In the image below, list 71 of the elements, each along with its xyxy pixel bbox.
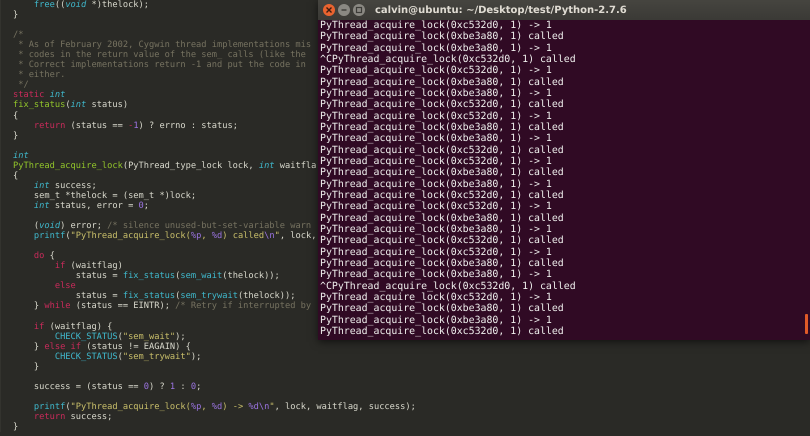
code-line: return (status == -1) ? errno : status; (32, 120, 238, 131)
code-line: success = (status == 0) ? 1 : 0; (32, 382, 202, 392)
close-icon (325, 6, 333, 14)
terminal-line: PyThread_acquire_lock(0xc532d0, 1) called (319, 235, 564, 247)
terminal-line: PyThread_acquire_lock(0xc532d0, 1) called (319, 99, 564, 111)
minimize-button[interactable] (338, 4, 350, 16)
window-title: calvin@ubuntu: ~/Desktop/test/Python-2.7.6 (375, 4, 627, 16)
code-line: } (13, 422, 18, 432)
code-line: } (13, 10, 18, 20)
terminal-line: PyThread_acquire_lock(0xc532d0, 1) -> 1 (319, 246, 552, 258)
scrollbar-thumb[interactable] (805, 314, 808, 334)
code-line: } else if (status != EAGAIN) { (32, 342, 191, 352)
terminal-line: PyThread_acquire_lock(0xc532d0, 1) called (319, 326, 564, 338)
code-line: if (waitflag) (54, 261, 123, 272)
code-line: * either. (17, 70, 66, 80)
code-line: (void) error; /* silence unused-but-set-variable warn (32, 221, 312, 232)
terminal-line: PyThread_acquire_lock(0xbe3a80, 1) -> 1 (319, 133, 552, 145)
terminal-line: PyThread_acquire_lock(0xbe3a80, 1) -> 1 (319, 314, 552, 326)
terminal-line: PyThread_acquire_lock(0xbe3a80, 1) called (319, 31, 564, 43)
code-line: * As of February 2002, Cygwin thread implementations mis (17, 40, 312, 50)
terminal-line: PyThread_acquire_lock(0xc532d0, 1) -> 1 (319, 110, 552, 122)
code-line: status = fix_status(sem_wait(thelock)); (76, 271, 280, 282)
terminal-line: PyThread_acquire_lock(0xc532d0, 1) -> 1 (319, 292, 552, 304)
code-line: int success; (32, 180, 97, 191)
terminal-line: PyThread_acquire_lock(0xbe3a80, 1) -> 1 (319, 178, 552, 190)
terminal-line: PyThread_acquire_lock(0xbe3a80, 1) -> 1 (319, 88, 552, 100)
code-line: * Correct implementations return -1 and put the code in (17, 60, 306, 70)
terminal-line: ^CPyThread_acquire_lock(0xc532d0, 1) called (319, 54, 576, 66)
code-line: printf("PyThread_acquire_lock(%p, %d) -> %d\n", lock, waitflag, success); (32, 402, 416, 412)
code-line: printf("PyThread_acquire_lock(%p, %d) called\n", lock, (32, 231, 316, 242)
terminal-line: PyThread_acquire_lock(0xbe3a80, 1) -> 1 (319, 42, 552, 54)
code-line: * codes in the return value of the sem_ calls (like the (17, 50, 306, 60)
code-line: else (54, 281, 76, 292)
code-line: do { (32, 251, 55, 262)
code-line: int status, error = 0; (32, 200, 150, 211)
code-line: /* (13, 30, 24, 40)
terminal-line: PyThread_acquire_lock(0xbe3a80, 1) -> 1 (319, 224, 552, 236)
code-line: PyThread_acquire_lock(PyThread_type_lock lock, int waitfla (13, 160, 316, 171)
terminal-line: PyThread_acquire_lock(0xbe3a80, 1) called (319, 258, 564, 270)
code-line: int (13, 150, 29, 161)
code-line: sem_t *thelock = (sem_t *)lock; (32, 190, 196, 201)
code-line: */ (18, 80, 29, 90)
maximize-button[interactable] (353, 4, 365, 16)
code-line: status = fix_status(sem_trywait(thelock)); (74, 291, 296, 302)
code-line: if (waitflag) { (32, 322, 112, 332)
code-line: return success; (32, 412, 112, 422)
code-line: { (13, 170, 18, 181)
terminal-line: PyThread_acquire_lock(0xc532d0, 1) -> 1 (319, 156, 552, 168)
close-button[interactable] (323, 4, 335, 16)
terminal-line: PyThread_acquire_lock(0xc532d0, 1) called (319, 144, 564, 156)
maximize-icon (355, 6, 363, 14)
terminal-line: PyThread_acquire_lock(0xc532d0, 1) -> 1 (319, 201, 552, 213)
code-line: free((void *)thelock); (32, 0, 149, 10)
terminal-line: PyThread_acquire_lock(0xbe3a80, 1) called (319, 167, 564, 179)
terminal-line: PyThread_acquire_lock(0xc532d0, 1) -> 1 (319, 65, 552, 77)
terminal-line: PyThread_acquire_lock(0xbe3a80, 1) called (319, 76, 564, 88)
code-line: fix_status(int status) (13, 100, 128, 111)
code-line: CHECK_STATUS("sem_wait"); (54, 332, 186, 342)
code-line: { (13, 110, 18, 121)
terminal-line: PyThread_acquire_lock(0xbe3a80, 1) called (319, 122, 564, 134)
terminal-line: PyThread_acquire_lock(0xbe3a80, 1) -> 1 (319, 269, 552, 281)
code-line: } while (status == EINTR); /* Retry if interrupted by (32, 301, 312, 312)
code-line: } (13, 130, 18, 141)
terminal-line: PyThread_acquire_lock(0xbe3a80, 1) called (319, 303, 564, 315)
terminal-line: PyThread_acquire_lock(0xc532d0, 1) -> 1 (319, 20, 552, 32)
code-line: CHECK_STATUS("sem_trywait"); (54, 352, 202, 362)
terminal-line: ^CPyThread_acquire_lock(0xc532d0, 1) called (319, 280, 576, 292)
terminal-line: PyThread_acquire_lock(0xbe3a80, 1) called (319, 212, 564, 224)
code-line: static int (13, 90, 66, 100)
code-line: } (32, 362, 40, 372)
terminal-line: PyThread_acquire_lock(0xc532d0, 1) called (319, 190, 564, 202)
